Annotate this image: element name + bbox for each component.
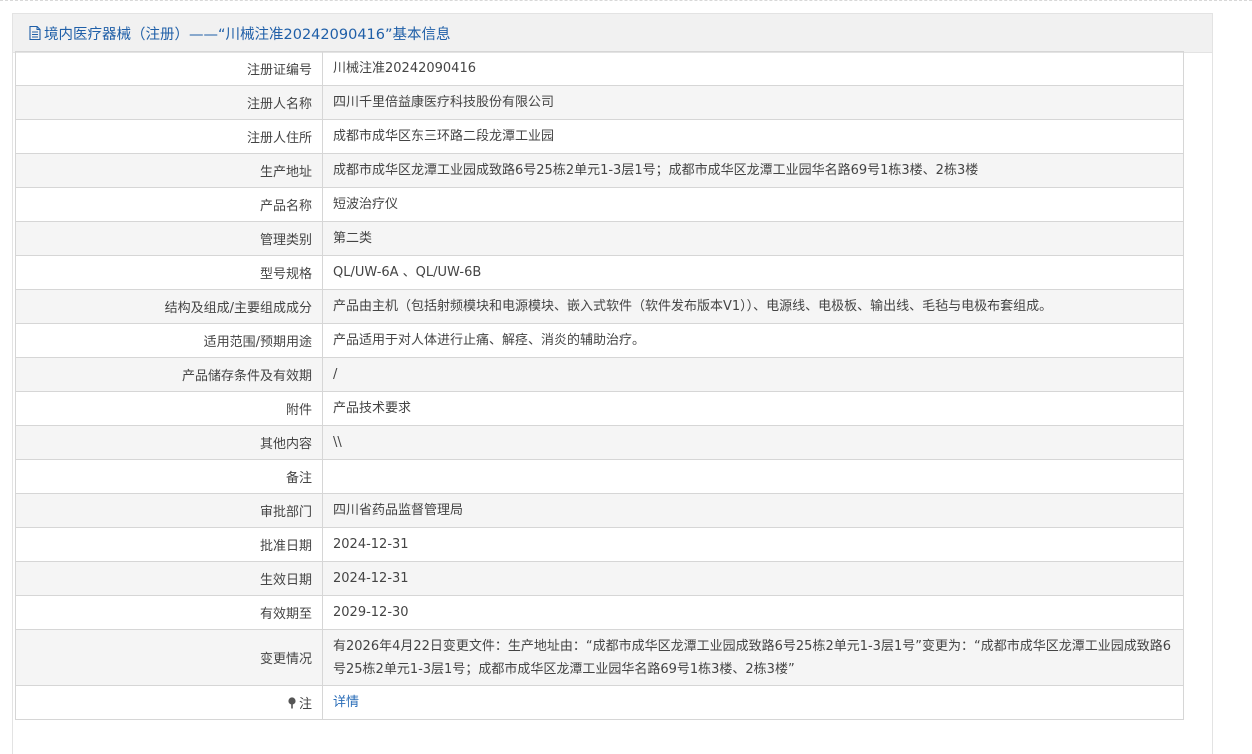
row-value: 产品技术要求 (333, 401, 412, 416)
row-value: 四川千里倍益康医疗科技股份有限公司 (323, 86, 1183, 119)
row-value: 第二类 (323, 222, 1183, 255)
row-value: 四川省药品监督管理局 (323, 494, 1183, 527)
row-label: 变更情况 (16, 630, 323, 685)
row-value: 2024-12-31 (323, 562, 1183, 595)
row-label: 适用范围/预期用途 (16, 324, 323, 357)
info-table: 注册证编号 川械注准20242090416 注册人名称 四川千里倍益康医疗科技股… (15, 51, 1184, 720)
table-row: 结构及组成/主要组成成分 产品由主机（包括射频模块和电源模块、嵌入式软件（软件发… (16, 290, 1183, 324)
table-row: 注册人住所 成都市成华区东三环路二段龙潭工业园 (16, 120, 1183, 154)
top-divider (0, 0, 1252, 1)
table-row: 生产地址 成都市成华区龙潭工业园成致路6号25栋2单元1-3层1号；成都市成华区… (16, 154, 1183, 188)
row-label: 注册人名称 (16, 86, 323, 119)
row-label: 有效期至 (16, 596, 323, 629)
panel-header: 境内医疗器械（注册）——“川械注准20242090416”基本信息 (13, 14, 1212, 53)
row-value: 成都市成华区东三环路二段龙潭工业园 (333, 129, 555, 144)
row-label: 生产地址 (16, 154, 323, 187)
row-value: 有2026年4月22日变更文件：生产地址由：“成都市成华区龙潭工业园成致路6号2… (323, 630, 1183, 685)
page-title: 境内医疗器械（注册）——“川械注准20242090416”基本信息 (44, 26, 451, 43)
row-value: / (323, 358, 1183, 391)
table-row: 变更情况 有2026年4月22日变更文件：生产地址由：“成都市成华区龙潭工业园成… (16, 630, 1183, 686)
row-label: 管理类别 (16, 222, 323, 255)
row-value: QL/UW-6A 、QL/UW-6B (333, 265, 482, 280)
row-label: 结构及组成/主要组成成分 (16, 290, 323, 323)
table-row: 附件 产品技术要求 (16, 392, 1183, 426)
table-row: 审批部门 四川省药品监督管理局 (16, 494, 1183, 528)
row-value: 产品适用于对人体进行止痛、解痉、消炎的辅助治疗。 (333, 333, 646, 348)
row-label: 审批部门 (16, 494, 323, 527)
row-label: 生效日期 (16, 562, 323, 595)
row-value (323, 460, 1183, 493)
row-value: 成都市成华区龙潭工业园成致路6号25栋2单元1-3层1号；成都市成华区龙潭工业园… (323, 154, 1183, 187)
row-label: 批准日期 (16, 528, 323, 561)
row-label: 附件 (16, 392, 323, 425)
table-row: 注 详情 (16, 686, 1183, 720)
note-label-cell: 注 (16, 686, 323, 719)
pin-icon (288, 696, 296, 708)
table-row: 其他内容 \\ (16, 426, 1183, 460)
table-row: 批准日期 2024-12-31 (16, 528, 1183, 562)
table-row: 注册证编号 川械注准20242090416 (16, 52, 1183, 86)
row-label: 注册人住所 (16, 120, 323, 153)
table-row: 注册人名称 四川千里倍益康医疗科技股份有限公司 (16, 86, 1183, 120)
row-label: 型号规格 (16, 256, 323, 289)
table-row: 适用范围/预期用途 产品适用于对人体进行止痛、解痉、消炎的辅助治疗。 (16, 324, 1183, 358)
table-row: 产品储存条件及有效期 / (16, 358, 1183, 392)
row-label: 其他内容 (16, 426, 323, 459)
document-icon (29, 26, 41, 40)
row-label: 备注 (16, 460, 323, 493)
table-row: 生效日期 2024-12-31 (16, 562, 1183, 596)
row-value: \\ (323, 426, 1183, 459)
table-row: 产品名称 短波治疗仪 (16, 188, 1183, 222)
row-value: 2024-12-31 (333, 537, 409, 552)
row-label: 产品储存条件及有效期 (16, 358, 323, 391)
row-label: 产品名称 (16, 188, 323, 221)
row-value: 短波治疗仪 (333, 197, 399, 212)
table-row: 有效期至 2029-12-30 (16, 596, 1183, 630)
row-value: 2029-12-30 (333, 605, 409, 620)
row-label: 注册证编号 (16, 52, 323, 85)
table-row: 管理类别 第二类 (16, 222, 1183, 256)
details-link[interactable]: 详情 (333, 691, 359, 714)
row-value: 产品由主机（包括射频模块和电源模块、嵌入式软件（软件发布版本V1））、电源线、电… (323, 290, 1183, 323)
table-row: 型号规格 QL/UW-6A 、QL/UW-6B (16, 256, 1183, 290)
note-label: 注 (298, 697, 312, 712)
row-value: 川械注准20242090416 (333, 61, 476, 76)
table-row: 备注 (16, 460, 1183, 494)
